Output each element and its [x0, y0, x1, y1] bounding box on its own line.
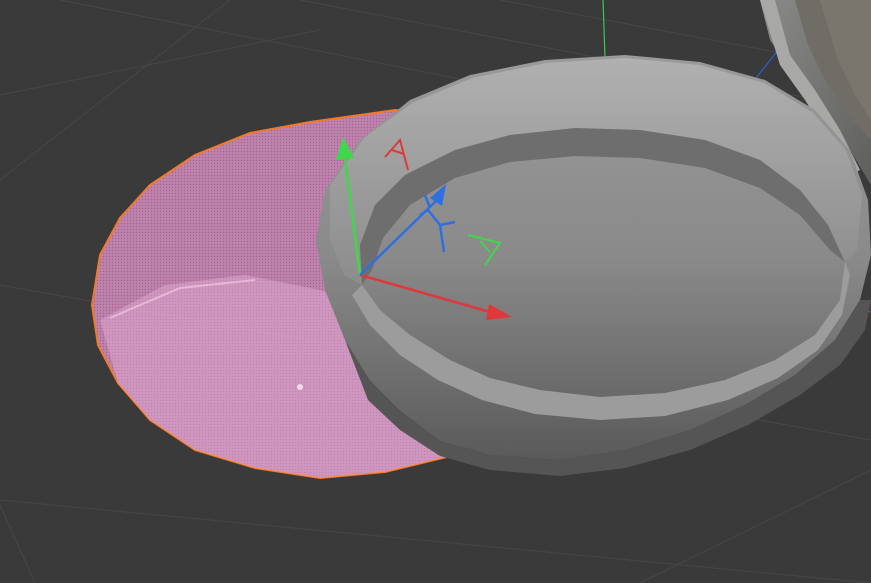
3d-viewport[interactable] — [0, 0, 871, 583]
